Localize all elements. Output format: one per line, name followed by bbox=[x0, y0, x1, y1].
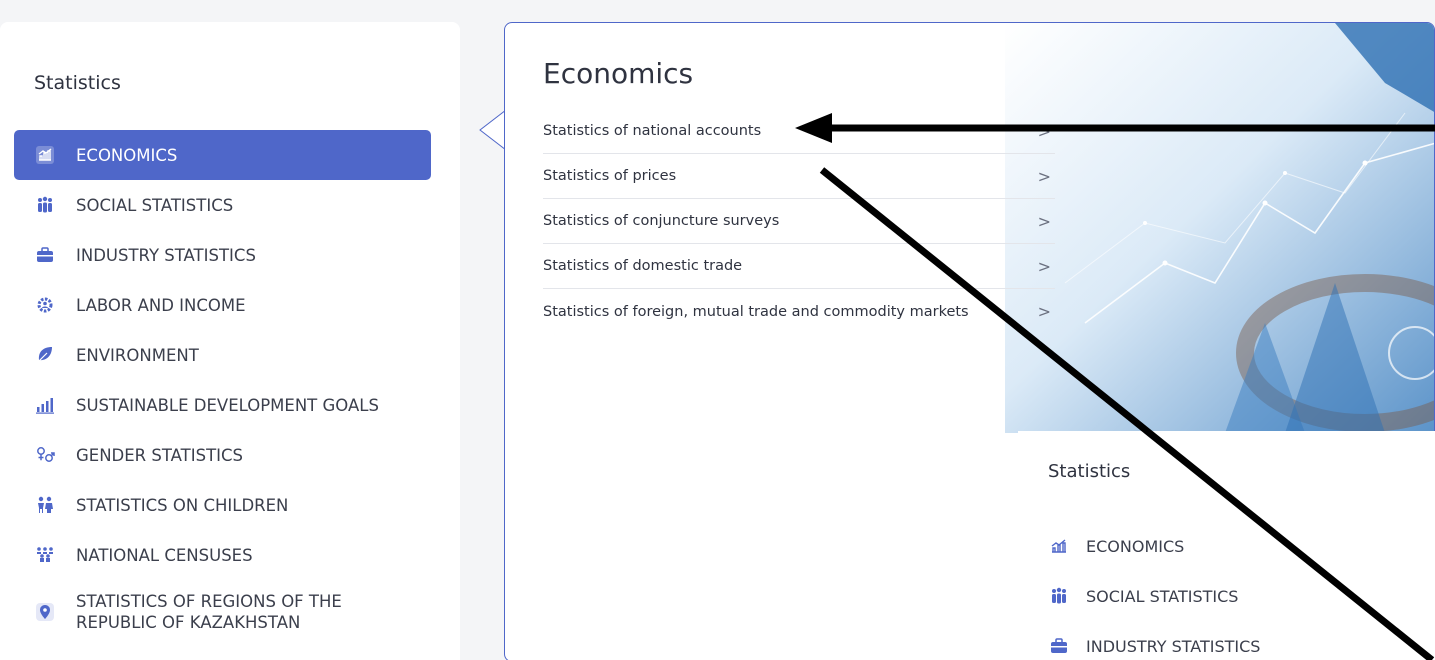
subcategory-foreign-mutual-trade[interactable]: Statistics of foreign, mutual trade and … bbox=[543, 289, 1055, 334]
briefcase-icon bbox=[34, 244, 56, 266]
menu-item-label: ECONOMICS bbox=[76, 145, 178, 165]
inset-item-label: INDUSTRY STATISTICS bbox=[1086, 636, 1261, 656]
menu-item-label: ENVIRONMENT bbox=[76, 345, 199, 365]
menu-item-social-statistics[interactable]: SOCIAL STATISTICS bbox=[14, 180, 431, 230]
gender-icon bbox=[34, 444, 56, 466]
bar-chart-icon bbox=[34, 394, 56, 416]
subcategory-label: Statistics of domestic trade bbox=[543, 258, 743, 274]
menu-item-sustainable-development-goals[interactable]: SUSTAINABLE DEVELOPMENT GOALS bbox=[14, 380, 431, 430]
menu-item-label: LABOR AND INCOME bbox=[76, 295, 246, 315]
menu-item-labor-and-income[interactable]: LABOR AND INCOME bbox=[14, 280, 431, 330]
menu-item-label: STATISTICS OF REGIONS OF THE REPUBLIC OF… bbox=[76, 591, 342, 632]
subcategory-domestic-trade[interactable]: Statistics of domestic trade > bbox=[543, 244, 1055, 289]
inset-item-social-statistics[interactable]: SOCIAL STATISTICS bbox=[1048, 571, 1260, 621]
chevron-right-icon: > bbox=[1037, 211, 1051, 231]
inset-item-label: SOCIAL STATISTICS bbox=[1086, 586, 1239, 606]
zoomed-sidebar-inset: Statistics ECONOMICS SOCIAL STATISTICS I… bbox=[1018, 431, 1435, 660]
inset-item-industry-statistics[interactable]: INDUSTRY STATISTICS bbox=[1048, 621, 1260, 660]
subcategory-conjuncture-surveys[interactable]: Statistics of conjuncture surveys > bbox=[543, 199, 1055, 244]
menu-item-national-censuses[interactable]: NATIONAL CENSUSES bbox=[14, 530, 431, 580]
census-people-icon bbox=[34, 544, 56, 566]
children-icon bbox=[34, 494, 56, 516]
chart-building-icon bbox=[1048, 535, 1070, 557]
sidebar-title: Statistics bbox=[34, 72, 121, 94]
menu-item-statistics-on-children[interactable]: STATISTICS ON CHILDREN bbox=[14, 480, 431, 530]
chevron-right-icon: > bbox=[1037, 121, 1051, 141]
menu-item-label: SUSTAINABLE DEVELOPMENT GOALS bbox=[76, 395, 379, 415]
subcategory-label: Statistics of foreign, mutual trade and … bbox=[543, 303, 969, 320]
economics-subcategory-list: Statistics of national accounts > Statis… bbox=[543, 109, 1055, 334]
gear-person-icon bbox=[34, 294, 56, 316]
menu-item-label: STATISTICS ON CHILDREN bbox=[76, 495, 289, 515]
inset-item-label: ECONOMICS bbox=[1086, 536, 1185, 556]
statistics-sidebar: Statistics ECONOMICS SOCIAL STATISTICS I… bbox=[0, 22, 460, 660]
category-menu: ECONOMICS SOCIAL STATISTICS INDUSTRY STA… bbox=[14, 130, 431, 644]
menu-item-label: NATIONAL CENSUSES bbox=[76, 545, 253, 565]
subcategory-national-accounts[interactable]: Statistics of national accounts > bbox=[543, 109, 1055, 154]
menu-item-label: SOCIAL STATISTICS bbox=[76, 195, 234, 215]
subcategory-prices[interactable]: Statistics of prices > bbox=[543, 154, 1055, 199]
chevron-right-icon: > bbox=[1037, 166, 1051, 186]
leaf-icon bbox=[34, 344, 56, 366]
menu-item-industry-statistics[interactable]: INDUSTRY STATISTICS bbox=[14, 230, 431, 280]
menu-item-environment[interactable]: ENVIRONMENT bbox=[14, 330, 431, 380]
menu-item-gender-statistics[interactable]: GENDER STATISTICS bbox=[14, 430, 431, 480]
menu-item-economics[interactable]: ECONOMICS bbox=[14, 130, 431, 180]
chevron-right-icon: > bbox=[1037, 302, 1051, 321]
subcategory-label: Statistics of conjuncture surveys bbox=[543, 213, 780, 229]
menu-item-label: GENDER STATISTICS bbox=[76, 445, 244, 465]
inset-title: Statistics bbox=[1048, 461, 1131, 482]
decorative-background-image bbox=[1005, 23, 1434, 433]
inset-menu: ECONOMICS SOCIAL STATISTICS INDUSTRY STA… bbox=[1048, 521, 1260, 660]
inset-item-economics[interactable]: ECONOMICS bbox=[1048, 521, 1260, 571]
map-pin-icon bbox=[34, 601, 56, 623]
briefcase-icon bbox=[1048, 635, 1070, 657]
subcategory-label: Statistics of national accounts bbox=[543, 123, 762, 139]
people-group-icon bbox=[1048, 585, 1070, 607]
menu-item-statistics-of-regions[interactable]: STATISTICS OF REGIONS OF THE REPUBLIC OF… bbox=[14, 580, 431, 644]
subcategory-label: Statistics of prices bbox=[543, 168, 677, 184]
menu-item-label: INDUSTRY STATISTICS bbox=[76, 245, 256, 265]
people-group-icon bbox=[34, 194, 56, 216]
chevron-right-icon: > bbox=[1037, 256, 1051, 276]
panel-title: Economics bbox=[543, 57, 694, 90]
chart-building-icon bbox=[34, 144, 56, 166]
